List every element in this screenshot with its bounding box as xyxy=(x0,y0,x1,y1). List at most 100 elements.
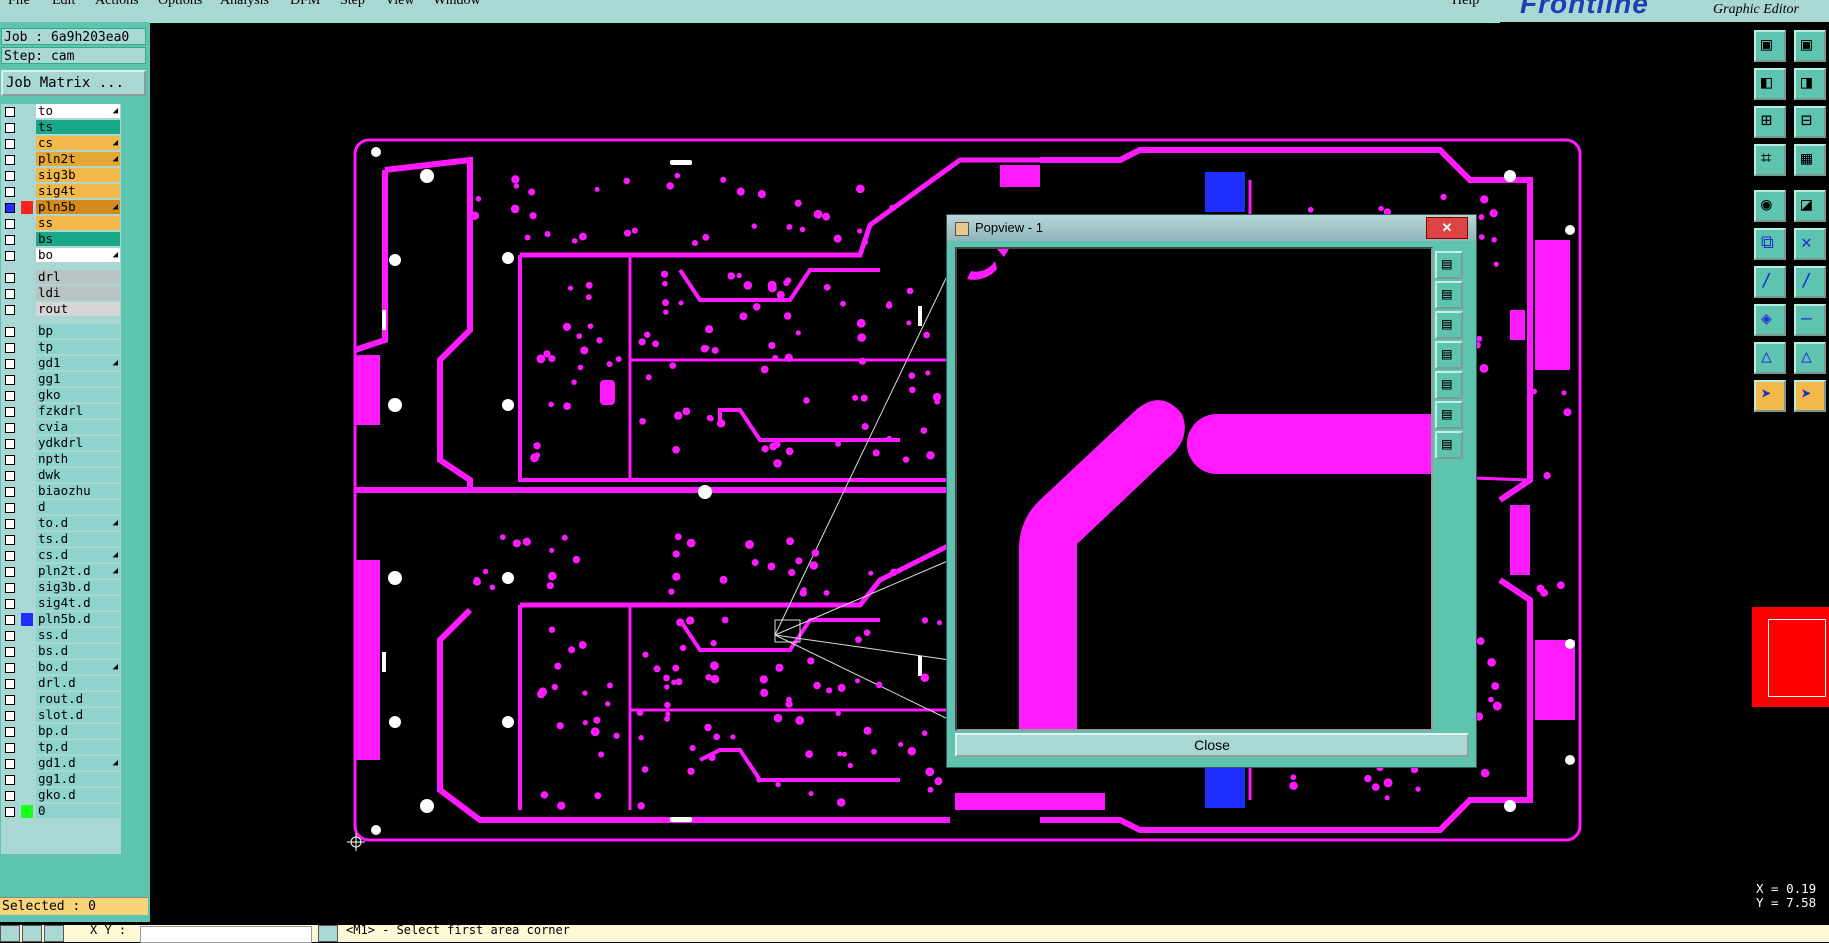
layer-name[interactable]: tp xyxy=(36,340,120,354)
layer-row[interactable]: to ◢ xyxy=(1,104,121,119)
layer-row[interactable]: gg1 xyxy=(1,372,121,387)
layer-name[interactable]: gg1.d xyxy=(36,772,120,786)
layer-name[interactable]: to.d ◢ xyxy=(36,516,120,530)
layer-checkbox[interactable] xyxy=(5,775,15,785)
layer-name[interactable]: cs ◢ xyxy=(36,136,120,150)
layer-name[interactable]: biaozhu xyxy=(36,484,120,498)
grid-icon[interactable]: ▦ xyxy=(1794,144,1826,176)
layer-checkbox[interactable] xyxy=(5,615,15,625)
layer-row[interactable]: gko xyxy=(1,388,121,403)
line-icon[interactable]: ∕ xyxy=(1754,266,1786,298)
layer-row[interactable]: rout.d xyxy=(1,692,121,707)
layer-name[interactable]: d xyxy=(36,500,120,514)
layer-name[interactable]: ts xyxy=(36,120,120,134)
snap-icon[interactable]: ◉ xyxy=(1754,190,1786,222)
layer-checkbox[interactable] xyxy=(5,647,15,657)
layer-row[interactable]: ss xyxy=(1,216,121,231)
check-icon[interactable] xyxy=(22,925,42,942)
layer-checkbox[interactable] xyxy=(5,251,15,261)
layer-row[interactable]: bp.d xyxy=(1,724,121,739)
layer-row[interactable]: bo.d ◢ xyxy=(1,660,121,675)
layer-checkbox[interactable] xyxy=(5,219,15,229)
popview-down-icon[interactable]: ▤ xyxy=(1435,311,1463,339)
layer-row[interactable]: ts xyxy=(1,120,121,135)
layer-row[interactable]: to.d ◢ xyxy=(1,516,121,531)
menu-item-view[interactable]: View xyxy=(385,0,414,9)
layer-name[interactable]: sig3b xyxy=(36,168,120,182)
layer-checkbox[interactable] xyxy=(5,471,15,481)
measure-icon[interactable]: ⌗ xyxy=(1754,144,1786,176)
layer-checkbox[interactable] xyxy=(5,423,15,433)
layer-checkbox[interactable] xyxy=(5,327,15,337)
layer-row[interactable]: tp xyxy=(1,340,121,355)
popview-up-icon[interactable]: ▤ xyxy=(1435,281,1463,309)
layer-name[interactable]: drl.d xyxy=(36,676,120,690)
layer-name[interactable]: ydkdrl xyxy=(36,436,120,450)
layer-name[interactable]: bp.d xyxy=(36,724,120,738)
layer-row[interactable]: gko.d xyxy=(1,788,121,803)
layer-row[interactable]: d xyxy=(1,500,121,515)
zoom-out-icon[interactable]: ⊟ xyxy=(1794,106,1826,138)
layer-checkbox[interactable] xyxy=(5,679,15,689)
layer-name[interactable]: to ◢ xyxy=(36,104,120,118)
layer-row[interactable]: bs.d xyxy=(1,644,121,659)
pan-left-icon[interactable]: ◧ xyxy=(1754,68,1786,100)
popview-titlebar[interactable]: Popview - 1 ✕ xyxy=(947,215,1476,241)
layer-name[interactable]: ss.d xyxy=(36,628,120,642)
layer-row[interactable]: cvia xyxy=(1,420,121,435)
menu-item-actions[interactable]: Actions xyxy=(95,0,139,9)
layer-row[interactable]: tp.d xyxy=(1,740,121,755)
layer-name[interactable]: gko xyxy=(36,388,120,402)
layer-name[interactable]: bo.d ◢ xyxy=(36,660,120,674)
layer-checkbox[interactable] xyxy=(5,407,15,417)
layer-checkbox[interactable] xyxy=(5,273,15,283)
layer-checkbox[interactable] xyxy=(5,567,15,577)
layer-name[interactable]: sig3b.d xyxy=(36,580,120,594)
layer-name[interactable]: dwk xyxy=(36,468,120,482)
layer-row[interactable]: npth xyxy=(1,452,121,467)
layer-checkbox[interactable] xyxy=(5,123,15,133)
layer-name[interactable]: rout.d xyxy=(36,692,120,706)
menu-item-window[interactable]: Window xyxy=(433,0,481,9)
xy-input[interactable] xyxy=(140,926,312,943)
color-icon[interactable]: ◪ xyxy=(1794,190,1826,222)
layer-name[interactable]: gd1.d ◢ xyxy=(36,756,120,770)
shape-icon[interactable]: ◈ xyxy=(1754,304,1786,336)
layer-checkbox[interactable] xyxy=(5,375,15,385)
menu-item-help[interactable]: Help xyxy=(1452,0,1479,9)
layer-name[interactable]: rout xyxy=(36,302,120,316)
layer-name[interactable]: drl xyxy=(36,270,120,284)
layer-name[interactable]: bs.d xyxy=(36,644,120,658)
layer-checkbox[interactable] xyxy=(5,139,15,149)
layer-name[interactable]: bs xyxy=(36,232,120,246)
layer-row[interactable]: sig3b.d xyxy=(1,580,121,595)
layer-name[interactable]: ss xyxy=(36,216,120,230)
layer-name[interactable]: gko.d xyxy=(36,788,120,802)
layer-checkbox[interactable] xyxy=(5,695,15,705)
layer-row[interactable]: fzkdrl xyxy=(1,404,121,419)
layer-name[interactable]: tp.d xyxy=(36,740,120,754)
pointer-icon[interactable]: ➤ xyxy=(1754,380,1786,412)
layer-row[interactable]: pln5b.d xyxy=(1,612,121,627)
layer-checkbox[interactable] xyxy=(5,759,15,769)
layer-name[interactable]: ts.d xyxy=(36,532,120,546)
layer-row[interactable]: bs xyxy=(1,232,121,247)
layer-row[interactable]: cs ◢ xyxy=(1,136,121,151)
layer-row[interactable]: pln5b ◢ xyxy=(1,200,121,215)
layer-checkbox[interactable] xyxy=(5,305,15,315)
zoom-home-icon[interactable]: ▣ xyxy=(1754,30,1786,62)
popview-fit-icon[interactable]: ▤ xyxy=(1435,401,1463,429)
layer-row[interactable]: pln2t ◢ xyxy=(1,152,121,167)
layer-row[interactable]: slot.d xyxy=(1,708,121,723)
popview-close-button[interactable]: Close xyxy=(955,733,1469,757)
cross-icon[interactable]: ✕ xyxy=(1794,228,1826,260)
layer-checkbox[interactable] xyxy=(5,343,15,353)
layer-checkbox[interactable] xyxy=(5,359,15,369)
layer-row[interactable]: ss.d xyxy=(1,628,121,643)
layer-checkbox[interactable] xyxy=(5,583,15,593)
close-icon[interactable]: ✕ xyxy=(1426,217,1468,239)
layer-row[interactable]: rout xyxy=(1,302,121,317)
layer-row[interactable]: ydkdrl xyxy=(1,436,121,451)
layer-row[interactable]: bp xyxy=(1,324,121,339)
layer-checkbox[interactable] xyxy=(5,791,15,801)
